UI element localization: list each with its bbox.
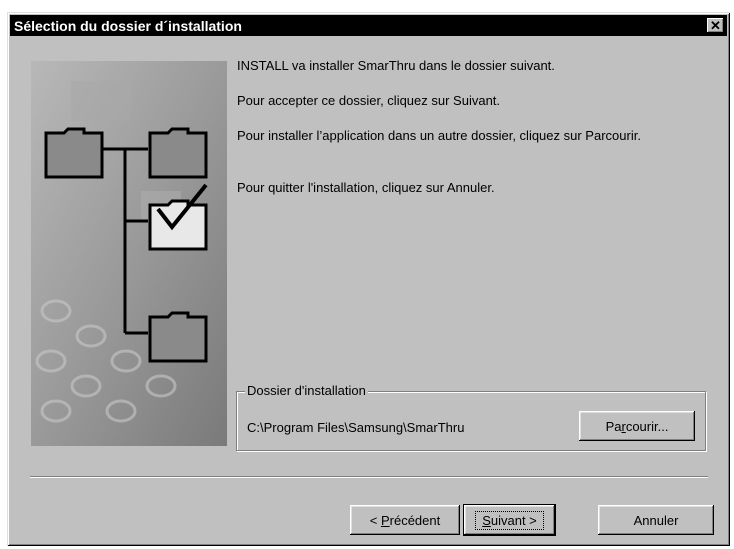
dialog-title: Sélection du dossier d´installation <box>14 17 242 34</box>
cancel-button[interactable]: Annuler <box>598 505 714 535</box>
instruction-line-2: Pour accepter ce dossier, cliquez sur Su… <box>237 93 501 108</box>
next-label: Suivant > <box>475 510 544 530</box>
cancel-label: Annuler <box>633 512 679 528</box>
install-path: C:\Program Files\Samsung\SmarThru <box>247 420 465 435</box>
back-label: < Précédent <box>369 512 441 528</box>
browse-label: Parcourir... <box>605 418 669 434</box>
close-icon: ✕ <box>710 18 721 33</box>
folder-tree-icon <box>31 61 227 446</box>
back-button[interactable]: < Précédent <box>350 505 460 535</box>
instruction-line-1: INSTALL va installer SmarThru dans le do… <box>237 58 555 73</box>
group-legend: Dossier d'installation <box>245 383 368 398</box>
install-folder-group: Dossier d'installation C:\Program Files\… <box>236 383 706 451</box>
browse-button[interactable]: Parcourir... <box>579 411 695 441</box>
separator <box>30 476 708 478</box>
title-bar[interactable]: Sélection du dossier d´installation ✕ <box>10 15 727 36</box>
instruction-line-3: Pour installer l’application dans un aut… <box>237 128 641 143</box>
next-button[interactable]: Suivant > <box>463 504 556 536</box>
folder-tree-illustration <box>31 61 227 446</box>
close-button[interactable]: ✕ <box>707 18 724 33</box>
instruction-line-4: Pour quitter l'installation, cliquez sur… <box>237 180 495 195</box>
